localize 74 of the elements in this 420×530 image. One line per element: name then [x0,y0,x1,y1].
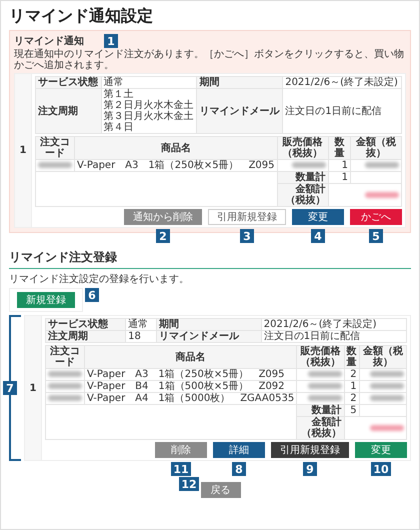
order-index: 1 [25,316,42,460]
table-cell: 金額計（税抜） [277,184,328,206]
callout-number: 2 [156,229,170,243]
table-cell: 数量計 [277,172,328,184]
blurred-value [48,371,82,378]
callout-number: 8 [232,462,246,476]
callout-number: 11 [171,462,191,476]
blurred-value [370,395,404,402]
notice-description: 現在通知中のリマインド注文があります。［かごへ］ボタンをクリックすると、買い物かごへ追加されます。 [14,49,405,71]
callout-number: 1 [104,34,118,48]
callout-number: 6 [85,288,99,302]
table-cell: 通常 [126,318,156,330]
order-index: 1 [15,74,32,227]
table-cell: リマインドメール [156,330,262,342]
action-button[interactable]: 引用新規登録 [271,442,349,458]
column-header: 注文コード [36,136,74,160]
callout-number: 7 [3,381,17,395]
action-button[interactable]: 変更 [292,209,344,225]
table-cell: 注文日の1日前に配信 [261,330,406,342]
table-cell: 金額計（税抜） [296,416,344,440]
column-header: 商品名 [84,346,297,368]
column-header: 注文コード [46,346,84,368]
callout-number: 9 [303,462,317,476]
column-header: 数量 [328,136,350,160]
table-cell: リマインドメール [196,88,283,134]
blurred-value [365,192,399,198]
page-title: リマインド通知設定 [9,6,154,27]
action-button[interactable]: 削除 [155,442,207,458]
table-cell: サービス状態 [46,318,126,330]
column-header: 数量 [344,346,360,368]
blurred-value [308,371,342,378]
blurred-value [38,162,72,168]
table-cell: 注文周期 [36,88,102,134]
table-cell: 18 [126,330,156,342]
column-header: 販売価格（税抜） [277,136,328,160]
table-cell: 期間 [196,76,283,88]
column-header: 金額（税抜） [350,136,402,160]
table-cell: 通常 [101,76,197,88]
action-button[interactable]: かごへ [350,209,402,225]
table-cell: 注文日の1日前に配信 [282,88,402,134]
table-cell: 数量計 [296,404,344,416]
table-cell: 期間 [156,318,262,330]
section-heading: リマインド注文登録 [9,249,411,269]
table-cell: V-Paper B4 1箱（500枚×5冊） Z092 [84,380,297,392]
action-button[interactable]: 詳細 [213,442,265,458]
table-cell: サービス状態 [36,76,102,88]
column-header: 金額（税抜） [359,346,406,368]
callout-number: 4 [311,229,325,243]
new-button[interactable]: 新規登録 [17,292,75,308]
blurred-value [48,383,82,390]
action-button[interactable]: 変更 [355,442,407,458]
action-button[interactable]: 引用新規登録 [208,209,286,225]
table-cell: V-Paper A3 1箱（250枚×5冊） Z095 [84,368,297,380]
section-label: リマインド通知 [14,34,84,48]
blurred-value [308,395,342,402]
callout-number: 10 [371,462,391,476]
action-button[interactable]: 通知から削除 [124,209,202,225]
blurred-value [370,371,404,378]
column-header: 商品名 [74,136,278,160]
table-cell: 2021/2/6～(終了未設定) [261,318,406,330]
blurred-value [308,383,342,390]
blurred-value [365,162,399,168]
table-cell: 注文周期 [46,330,126,342]
table-cell: 2021/2/6～(終了未設定) [282,76,402,88]
callout-number: 5 [369,229,383,243]
callout-number: 12 [179,477,199,491]
column-header: 販売価格（税抜） [296,346,344,368]
blurred-value [370,424,404,431]
back-button[interactable]: 戻る [200,482,241,498]
blurred-value [48,395,82,402]
blurred-value [370,383,404,390]
section-note: リマインド注文設定の登録を行います。 [9,272,190,286]
blurred-value [292,162,326,168]
callout-number: 3 [240,229,254,243]
